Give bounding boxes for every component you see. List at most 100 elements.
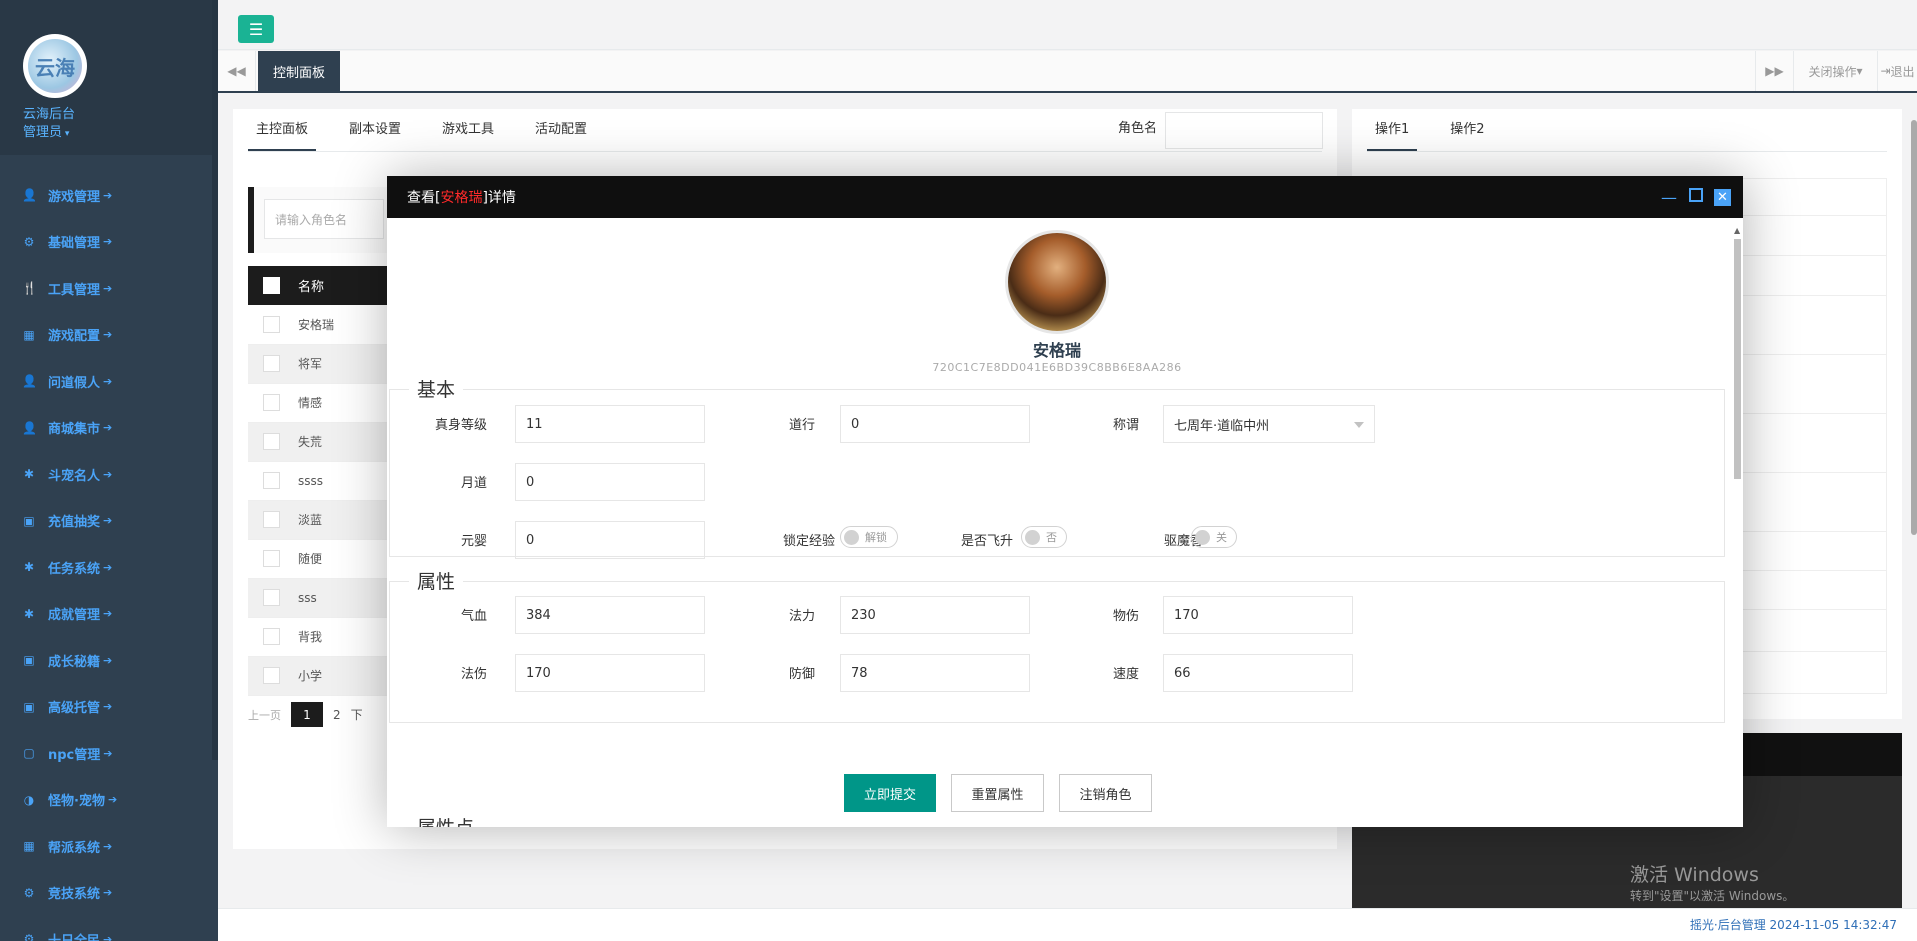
tab-main-control[interactable]: 主控面板 — [248, 109, 317, 151]
sidebar-item[interactable]: ⚙ 基础管理 ➔ — [0, 219, 212, 266]
row-checkbox[interactable] — [263, 589, 280, 606]
row-checkbox[interactable] — [263, 511, 280, 528]
close-icon[interactable]: ✕ — [1714, 189, 1731, 206]
search-input[interactable]: 请输入角色名 — [264, 199, 384, 239]
role-name-input[interactable] — [1165, 112, 1323, 149]
table-row[interactable]: 背我 — [248, 617, 388, 657]
next-page-button[interactable]: 下 — [351, 706, 363, 723]
sidebar-scrollbar[interactable] — [212, 0, 218, 760]
table-row[interactable]: 情感 — [248, 383, 388, 423]
tab-dungeon-settings[interactable]: 副本设置 — [341, 109, 409, 151]
row-checkbox[interactable] — [263, 550, 280, 567]
title-select[interactable]: 七周年·道临中州 — [1163, 405, 1375, 443]
forward-icon: ▶▶ — [1765, 64, 1784, 78]
select-all-checkbox[interactable] — [263, 277, 280, 294]
delete-role-button[interactable]: 注销角色 — [1059, 774, 1152, 812]
table-row[interactable]: 随便 — [248, 539, 388, 579]
tab-scroll-right-button[interactable]: ▶▶ — [1755, 51, 1793, 91]
defense-input[interactable]: 78 — [840, 654, 1030, 692]
submit-button[interactable]: 立即提交 — [844, 774, 936, 812]
sidebar-item[interactable]: ▣ 高级托管 ➔ — [0, 684, 212, 731]
sidebar-item[interactable]: 👤 问道假人 ➔ — [0, 358, 212, 405]
table-row[interactable]: ssss — [248, 461, 388, 501]
tab-scroll-left-button[interactable]: ◀◀ — [218, 51, 256, 91]
speed-input[interactable]: 66 — [1163, 654, 1353, 692]
yuedao-label: 月道 — [460, 476, 487, 491]
sidebar-item[interactable]: ⚙ 竞技系统 ➔ — [0, 870, 212, 917]
page-2-button[interactable]: 2 — [333, 708, 341, 722]
sidebar-item[interactable]: ▦ 游戏配置 ➔ — [0, 312, 212, 359]
sidebar-item[interactable]: ⚙ 十日全民➔ — [0, 916, 212, 941]
arrow-right-icon: ➔ — [103, 467, 113, 481]
prev-page-button[interactable]: 上一页 — [248, 707, 281, 723]
minimize-icon[interactable]: — — [1661, 188, 1677, 207]
table-row[interactable]: 安格瑞 — [248, 305, 388, 345]
sidebar-item[interactable]: ✱ 斗宠名人 ➔ — [0, 451, 212, 498]
sidebar-item[interactable]: ▣ 充值抽奖 ➔ — [0, 498, 212, 545]
sidebar-item[interactable]: ✱ 任务系统 ➔ — [0, 544, 212, 591]
sidebar-item[interactable]: ▦ 帮派系统 ➔ — [0, 823, 212, 870]
row-checkbox[interactable] — [263, 315, 280, 333]
mp-input[interactable]: 230 — [840, 596, 1030, 634]
arrow-right-icon: ➔ — [103, 328, 113, 342]
row-checkbox[interactable] — [263, 667, 280, 684]
row-checkbox[interactable] — [263, 472, 280, 489]
tab-operation-1[interactable]: 操作1 — [1367, 109, 1418, 151]
yuanying-input[interactable]: 0 — [515, 521, 705, 559]
right-tab-divider — [1367, 151, 1887, 152]
bars-icon: ☰ — [248, 19, 264, 39]
table-row[interactable]: 淡蓝 — [248, 500, 388, 540]
site-name: 云海后台 — [23, 107, 76, 122]
true-level-input[interactable]: 11 — [515, 405, 705, 443]
hp-input[interactable]: 384 — [515, 596, 705, 634]
maximize-icon[interactable] — [1689, 188, 1703, 202]
page-1-button[interactable]: 1 — [291, 702, 323, 727]
lock-exp-switch[interactable]: 解锁 — [840, 526, 898, 548]
reset-attributes-button[interactable]: 重置属性 — [951, 774, 1044, 812]
basic-section-title: 基本 — [409, 375, 464, 402]
table-row[interactable]: sss — [248, 578, 388, 618]
sidebar: 云海 云海后台 管理员 ▾ 👤 游戏管理 ➔ ⚙ 基础管理 ➔ 🍴 工具管理 ➔ ▦ 游戏配置 ➔ 👤 问… — [0, 0, 218, 941]
avatar[interactable]: 云海 — [23, 34, 87, 98]
sidebar-item[interactable]: ▣ 成长秘籍 ➔ — [0, 637, 212, 684]
sidebar-item[interactable]: 👤 商城集市 ➔ — [0, 405, 212, 452]
fly-switch[interactable]: 否 — [1021, 526, 1067, 548]
attribute-points-section-title: 属性点 — [409, 813, 483, 827]
phy-attack-label: 物伤 — [1112, 609, 1139, 624]
close-ops-dropdown[interactable]: 关闭操作 ▾ — [1793, 51, 1877, 91]
role-dropdown[interactable]: 管理员 ▾ — [23, 121, 69, 140]
role-name-cell: 随便 — [298, 539, 388, 579]
tab-operation-2[interactable]: 操作2 — [1442, 109, 1492, 151]
table-row[interactable]: 小学 — [248, 656, 388, 696]
sidebar-item[interactable]: 👤 游戏管理 ➔ — [0, 172, 212, 219]
arrow-right-icon: ➔ — [103, 281, 113, 295]
row-checkbox[interactable] — [263, 355, 280, 372]
scroll-up-icon[interactable]: ▲ — [1734, 226, 1741, 235]
arrow-right-icon: ➔ — [103, 886, 113, 900]
row-checkbox[interactable] — [263, 433, 280, 450]
mag-attack-input[interactable]: 170 — [515, 654, 705, 692]
hp-label: 气血 — [460, 609, 487, 624]
menu-toggle-button[interactable]: ☰ — [238, 15, 274, 43]
modal-scrollbar[interactable]: ▲ — [1734, 226, 1741, 826]
row-checkbox-cell — [248, 539, 298, 579]
tab-dashboard[interactable]: 控制面板 — [258, 51, 340, 91]
table-row[interactable]: 失荒 — [248, 422, 388, 462]
tab-game-tools[interactable]: 游戏工具 — [434, 109, 502, 151]
daohang-input[interactable]: 0 — [840, 405, 1030, 443]
page-scrollbar[interactable] — [1911, 120, 1917, 535]
table-row[interactable]: 将军 — [248, 344, 388, 384]
row-checkbox-cell — [248, 422, 298, 462]
sidebar-item[interactable]: ▢ npc管理 ➔ — [0, 730, 212, 777]
scroll-thumb[interactable] — [1734, 239, 1741, 479]
yuedao-input[interactable]: 0 — [515, 463, 705, 501]
phy-attack-input[interactable]: 170 — [1163, 596, 1353, 634]
incense-switch[interactable]: 关 — [1191, 526, 1237, 548]
tab-event-config[interactable]: 活动配置 — [527, 109, 595, 151]
sidebar-item[interactable]: ◑ 怪物·宠物 ➔ — [0, 777, 212, 824]
sidebar-item[interactable]: 🍴 工具管理 ➔ — [0, 265, 212, 312]
row-checkbox[interactable] — [263, 394, 280, 411]
logout-button[interactable]: ⇥ 退出 — [1877, 51, 1917, 91]
sidebar-item[interactable]: ✱ 成就管理 ➔ — [0, 591, 212, 638]
row-checkbox[interactable] — [263, 628, 280, 645]
